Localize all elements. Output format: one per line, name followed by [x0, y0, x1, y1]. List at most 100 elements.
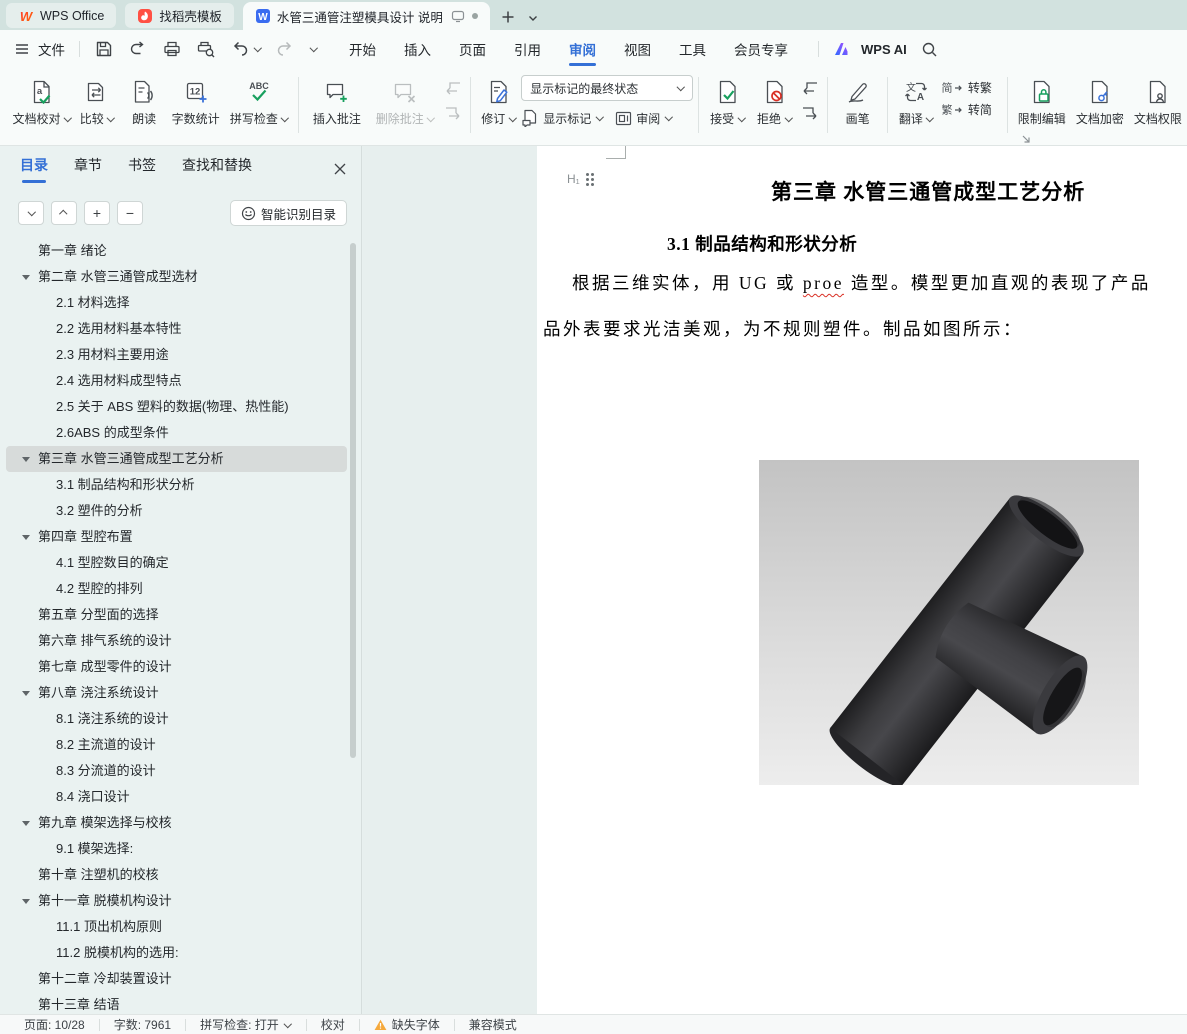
- status-item[interactable]: 兼容模式: [455, 1016, 531, 1033]
- toc-item[interactable]: 第六章 排气系统的设计: [6, 628, 347, 654]
- previous-change-icon[interactable]: [801, 81, 819, 97]
- encrypt-document-button[interactable]: 文档加密: [1071, 75, 1129, 137]
- translate-button[interactable]: 文 A 翻译: [893, 75, 940, 137]
- show-markup-button[interactable]: 显示标记: [521, 109, 603, 127]
- search-icon[interactable]: [921, 41, 938, 58]
- toc-expand-arrow-icon[interactable]: [22, 899, 30, 904]
- paragraph-line-2[interactable]: 品外表要求光洁美观，为不规则塑件。制品如图所示：: [543, 316, 1023, 341]
- undo-icon[interactable]: [230, 39, 250, 59]
- toc-item[interactable]: 4.1 型腔数目的确定: [6, 550, 347, 576]
- toc-item[interactable]: 第十章 注塑机的校核: [6, 862, 347, 888]
- toc-expand-arrow-icon[interactable]: [22, 275, 30, 280]
- toc-item[interactable]: 11.1 顶出机构原则: [6, 914, 347, 940]
- accept-change-button[interactable]: 接受: [704, 75, 751, 137]
- sidebar-tab-find-replace[interactable]: 查找和替换: [182, 155, 252, 183]
- menu-item-4[interactable]: 审阅: [555, 30, 610, 68]
- toc-item[interactable]: 4.2 型腔的排列: [6, 576, 347, 602]
- pen-button[interactable]: 画笔: [833, 75, 882, 137]
- sidebar-scrollbar[interactable]: [350, 243, 356, 758]
- menu-item-7[interactable]: 会员专享: [720, 30, 802, 68]
- toc-item[interactable]: 8.3 分流道的设计: [6, 758, 347, 784]
- toc-expand-button[interactable]: [18, 201, 44, 225]
- toc-item[interactable]: 2.2 选用材料基本特性: [6, 316, 347, 342]
- toc-item[interactable]: 8.1 浇注系统的设计: [6, 706, 347, 732]
- toc-item[interactable]: 2.4 选用材料成型特点: [6, 368, 347, 394]
- status-item[interactable]: 页面: 10/28: [10, 1016, 99, 1033]
- toc-item[interactable]: 第八章 浇注系统设计: [6, 680, 347, 706]
- proofread-button[interactable]: a 文档校对: [12, 75, 72, 137]
- track-changes-button[interactable]: 修订: [476, 75, 521, 137]
- toc-expand-arrow-icon[interactable]: [22, 535, 30, 540]
- status-dropdown-chevron[interactable]: [284, 1021, 292, 1029]
- file-menu-button[interactable]: 文件: [38, 39, 65, 59]
- to-traditional-button[interactable]: 简 转繁: [940, 79, 1002, 96]
- toc-item[interactable]: 8.4 浇口设计: [6, 784, 347, 810]
- markup-state-select[interactable]: 显示标记的最终状态: [521, 75, 694, 101]
- tab-sync-icon[interactable]: [451, 9, 465, 23]
- save-icon[interactable]: [94, 39, 114, 59]
- wps-ai-logo-icon[interactable]: [833, 40, 851, 58]
- hamburger-menu-icon[interactable]: [14, 41, 30, 57]
- sidebar-tab-chapters[interactable]: 章节: [74, 155, 102, 183]
- paragraph-line-1[interactable]: 根据三维实体，用 UG 或 proe 造型。模型更加直观的表现了产品: [572, 270, 1151, 295]
- menu-item-1[interactable]: 插入: [390, 30, 445, 68]
- toc-item[interactable]: 第三章 水管三通管成型工艺分析: [6, 446, 347, 472]
- pipe-tee-figure[interactable]: [759, 460, 1139, 787]
- restrict-editing-button[interactable]: 限制编辑: [1013, 75, 1071, 137]
- toc-collapse-button[interactable]: [51, 201, 77, 225]
- reject-change-button[interactable]: 拒绝: [751, 75, 798, 137]
- print-preview-icon[interactable]: [196, 39, 216, 59]
- menu-item-2[interactable]: 页面: [445, 30, 500, 68]
- sidebar-tab-bookmarks[interactable]: 书签: [128, 155, 156, 183]
- toc-item[interactable]: 8.2 主流道的设计: [6, 732, 347, 758]
- to-simplified-button[interactable]: 繁 转简: [940, 101, 1002, 118]
- toc-item[interactable]: 2.3 用材料主要用途: [6, 342, 347, 368]
- new-tab-button[interactable]: [501, 10, 515, 24]
- toc-item[interactable]: 2.6ABS 的成型条件: [6, 420, 347, 446]
- toc-item[interactable]: 3.1 制品结构和形状分析: [6, 472, 347, 498]
- toc-item[interactable]: 第十二章 冷却装置设计: [6, 966, 347, 992]
- status-item[interactable]: 拼写检查: 打开: [186, 1016, 306, 1033]
- section-heading[interactable]: 3.1 制品结构和形状分析: [667, 231, 857, 256]
- toc-item[interactable]: 第七章 成型零件的设计: [6, 654, 347, 680]
- smart-toc-button[interactable]: 智能识别目录: [229, 200, 347, 226]
- toc-item[interactable]: 第一章 绪论: [6, 238, 347, 264]
- drag-handle-icon[interactable]: [585, 172, 594, 186]
- document-permission-button[interactable]: 文档权限: [1129, 75, 1187, 137]
- tab-docer-templates[interactable]: 找稻壳模板: [125, 3, 234, 28]
- toc-item[interactable]: 11.2 脱模机构的选用:: [6, 940, 347, 966]
- review-pane-button[interactable]: 审阅: [615, 110, 672, 127]
- ribbon-collapse-arrow[interactable]: [1021, 134, 1031, 144]
- toc-item[interactable]: 第九章 模架选择与校核: [6, 810, 347, 836]
- toc-item[interactable]: 第五章 分型面的选择: [6, 602, 347, 628]
- wps-ai-button[interactable]: WPS AI: [861, 42, 907, 57]
- toc-item[interactable]: 2.5 关于 ABS 塑料的数据(物理、热性能): [6, 394, 347, 420]
- heading-outline-handle[interactable]: H₁: [567, 172, 594, 186]
- menu-item-3[interactable]: 引用: [500, 30, 555, 68]
- print-icon[interactable]: [162, 39, 182, 59]
- toc-item[interactable]: 第十三章 结语: [6, 992, 347, 1014]
- status-item[interactable]: 校对: [307, 1016, 359, 1033]
- tab-document-active[interactable]: W 水管三通管注塑模具设计 说明: [242, 2, 490, 30]
- toc-zoom-out-button[interactable]: −: [117, 201, 143, 225]
- next-change-icon[interactable]: [801, 106, 819, 122]
- menu-item-6[interactable]: 工具: [665, 30, 720, 68]
- undo-dropdown-chevron[interactable]: [253, 45, 261, 53]
- menu-item-5[interactable]: 视图: [610, 30, 665, 68]
- tab-list-chevron[interactable]: [527, 12, 539, 24]
- menu-item-0[interactable]: 开始: [335, 30, 390, 68]
- toc-item[interactable]: 第四章 型腔布置: [6, 524, 347, 550]
- tab-wps-office[interactable]: W WPS Office: [6, 3, 117, 28]
- spell-check-button[interactable]: ABC 拼写检查: [226, 75, 293, 137]
- toc-item[interactable]: 第十一章 脱模机构设计: [6, 888, 347, 914]
- chapter-heading[interactable]: 第三章 水管三通管成型工艺分析: [771, 176, 1085, 206]
- read-aloud-button[interactable]: 朗读: [123, 75, 166, 137]
- status-item[interactable]: 缺失字体: [360, 1016, 454, 1033]
- compare-button[interactable]: 比较: [72, 75, 123, 137]
- toc-zoom-in-button[interactable]: +: [84, 201, 110, 225]
- toc-item[interactable]: 2.1 材料选择: [6, 290, 347, 316]
- toc-expand-arrow-icon[interactable]: [22, 821, 30, 826]
- toc-item[interactable]: 9.1 模架选择:: [6, 836, 347, 862]
- word-count-button[interactable]: 12 字数统计: [166, 75, 226, 137]
- insert-comment-button[interactable]: 插入批注: [304, 75, 370, 137]
